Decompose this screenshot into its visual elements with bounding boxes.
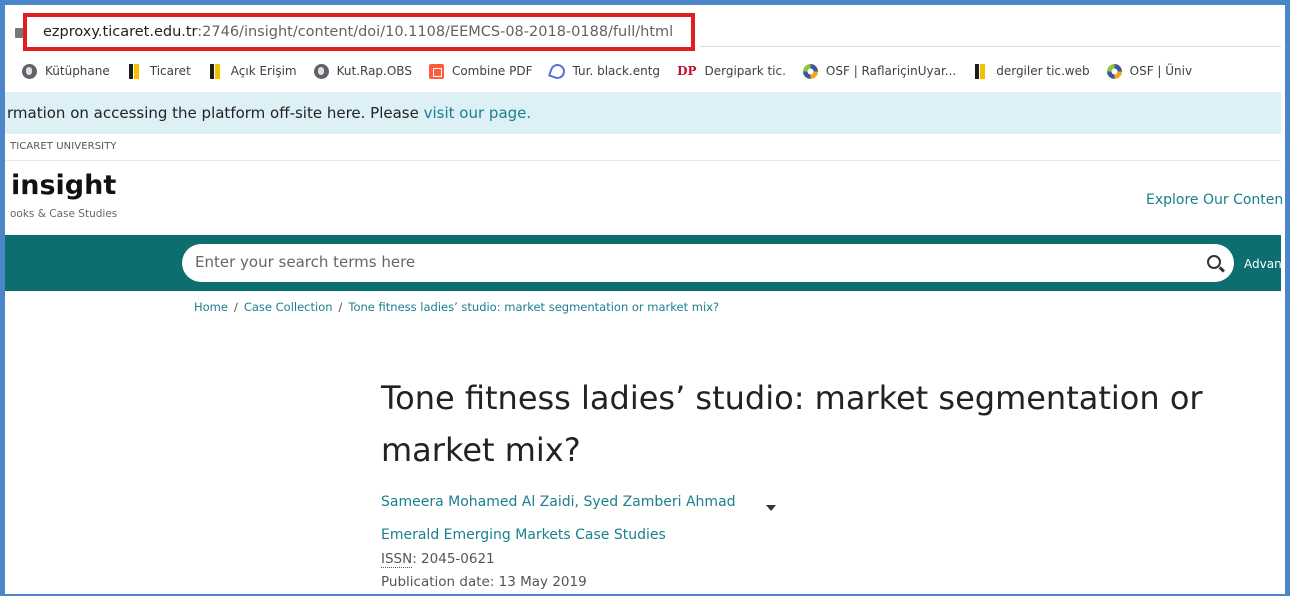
bookmark-label: Combine PDF <box>451 64 533 78</box>
breadcrumb-separator: / <box>338 300 343 314</box>
breadcrumb-separator: / <box>233 300 238 314</box>
url-host: ezproxy.ticaret.edu.tr <box>43 24 198 40</box>
banner-message: rmation on accessing the platform off-si… <box>7 104 424 122</box>
insight-logo[interactable]: insight <box>11 170 116 201</box>
article-title: Tone fitness ladies’ studio: market segm… <box>381 372 1281 476</box>
visit-our-page-link[interactable]: visit our page. <box>424 104 532 122</box>
osf-icon <box>802 63 818 79</box>
bookmark-osf-univ[interactable]: OSF | Üniv <box>1106 63 1193 79</box>
bookmark-dergipark[interactable]: DP Dergipark tic. <box>677 64 786 78</box>
globe-icon <box>22 63 37 79</box>
breadcrumb-current[interactable]: Tone fitness ladies’ studio: market segm… <box>348 300 719 314</box>
url-path: :2746/insight/content/doi/10.1108/EEMCS-… <box>197 24 674 40</box>
search-icon[interactable] <box>1207 255 1221 269</box>
lock-icon[interactable] <box>15 28 23 38</box>
issn-label: ISSN <box>381 551 413 568</box>
bookmark-kut-rap-obs[interactable]: Kut.Rap.OBS <box>313 63 412 79</box>
bookmarks-bar: Kütüphane Ticaret Açık Erişim Kut.Rap.OB… <box>5 54 1281 88</box>
breadcrumb-home[interactable]: Home <box>194 300 228 314</box>
url-text[interactable]: ezproxy.ticaret.edu.tr:2746/insight/cont… <box>43 24 673 40</box>
ticaret-logo-icon <box>127 63 142 79</box>
bookmark-label: Açık Erişim <box>230 64 297 78</box>
journal-link[interactable]: Emerald Emerging Markets Case Studies <box>381 527 666 543</box>
bookmark-label: Dergipark tic. <box>704 64 786 78</box>
bookmark-label: Ticaret <box>149 64 191 78</box>
bookmark-label: OSF | RaflariçinUyar... <box>825 64 957 78</box>
bookmark-turnitin[interactable]: Tur. black.entg <box>547 61 661 81</box>
bookmark-kutuphane[interactable]: Kütüphane <box>22 63 110 79</box>
globe-icon <box>313 63 329 79</box>
issn-line: ISSN: 2045-0621 <box>381 551 495 568</box>
bookmark-label: dergiler tic.web <box>996 64 1090 78</box>
info-banner: rmation on accessing the platform off-si… <box>5 92 1281 134</box>
header-divider <box>5 160 1281 161</box>
publication-date: Publication date: 13 May 2019 <box>381 574 587 590</box>
ticaret-logo-icon <box>208 63 223 79</box>
bookmark-label: OSF | Üniv <box>1129 64 1193 78</box>
search-box[interactable] <box>182 244 1234 282</box>
bookmark-ticaret[interactable]: Ticaret <box>127 63 191 79</box>
turnitin-icon <box>547 61 567 81</box>
article-title-line1: Tone fitness ladies’ studio: market segm… <box>381 379 1203 417</box>
institution-name: TICARET UNIVERSITY <box>10 141 117 152</box>
explore-our-content-link[interactable]: Explore Our Conten <box>1146 192 1283 208</box>
dergipark-icon: DP <box>677 64 697 78</box>
bookmark-osf-raflar[interactable]: OSF | RaflariçinUyar... <box>802 63 957 79</box>
pdf-icon <box>428 63 444 79</box>
bookmark-label: Tur. black.entg <box>572 64 661 78</box>
osf-icon <box>1106 63 1122 79</box>
bookmark-label: Kütüphane <box>45 64 110 78</box>
address-bar-divider <box>700 46 1281 47</box>
bookmark-dergiler-tic-web[interactable]: dergiler tic.web <box>973 63 1090 79</box>
article-authors[interactable]: Sameera Mohamed Al Zaidi, Syed Zamberi A… <box>381 494 736 510</box>
logo-subtitle: ooks & Case Studies <box>10 208 118 220</box>
bookmark-label: Kut.Rap.OBS <box>336 64 412 78</box>
breadcrumb-case-collection[interactable]: Case Collection <box>244 300 333 314</box>
search-input[interactable] <box>195 253 1145 271</box>
bookmark-acik-erisim[interactable]: Açık Erişim <box>208 63 297 79</box>
breadcrumb: Home / Case Collection / Tone fitness ladies… <box>194 300 719 314</box>
advanced-search-link[interactable]: Advan <box>1244 257 1282 271</box>
bookmark-combine-pdf[interactable]: Combine PDF <box>428 63 533 79</box>
chevron-down-icon[interactable] <box>766 505 776 511</box>
article-title-line2: market mix? <box>381 431 581 469</box>
issn-value: : 2045-0621 <box>412 551 495 567</box>
ticaret-logo-icon <box>973 63 988 79</box>
banner-text: rmation on accessing the platform off-si… <box>7 104 531 122</box>
